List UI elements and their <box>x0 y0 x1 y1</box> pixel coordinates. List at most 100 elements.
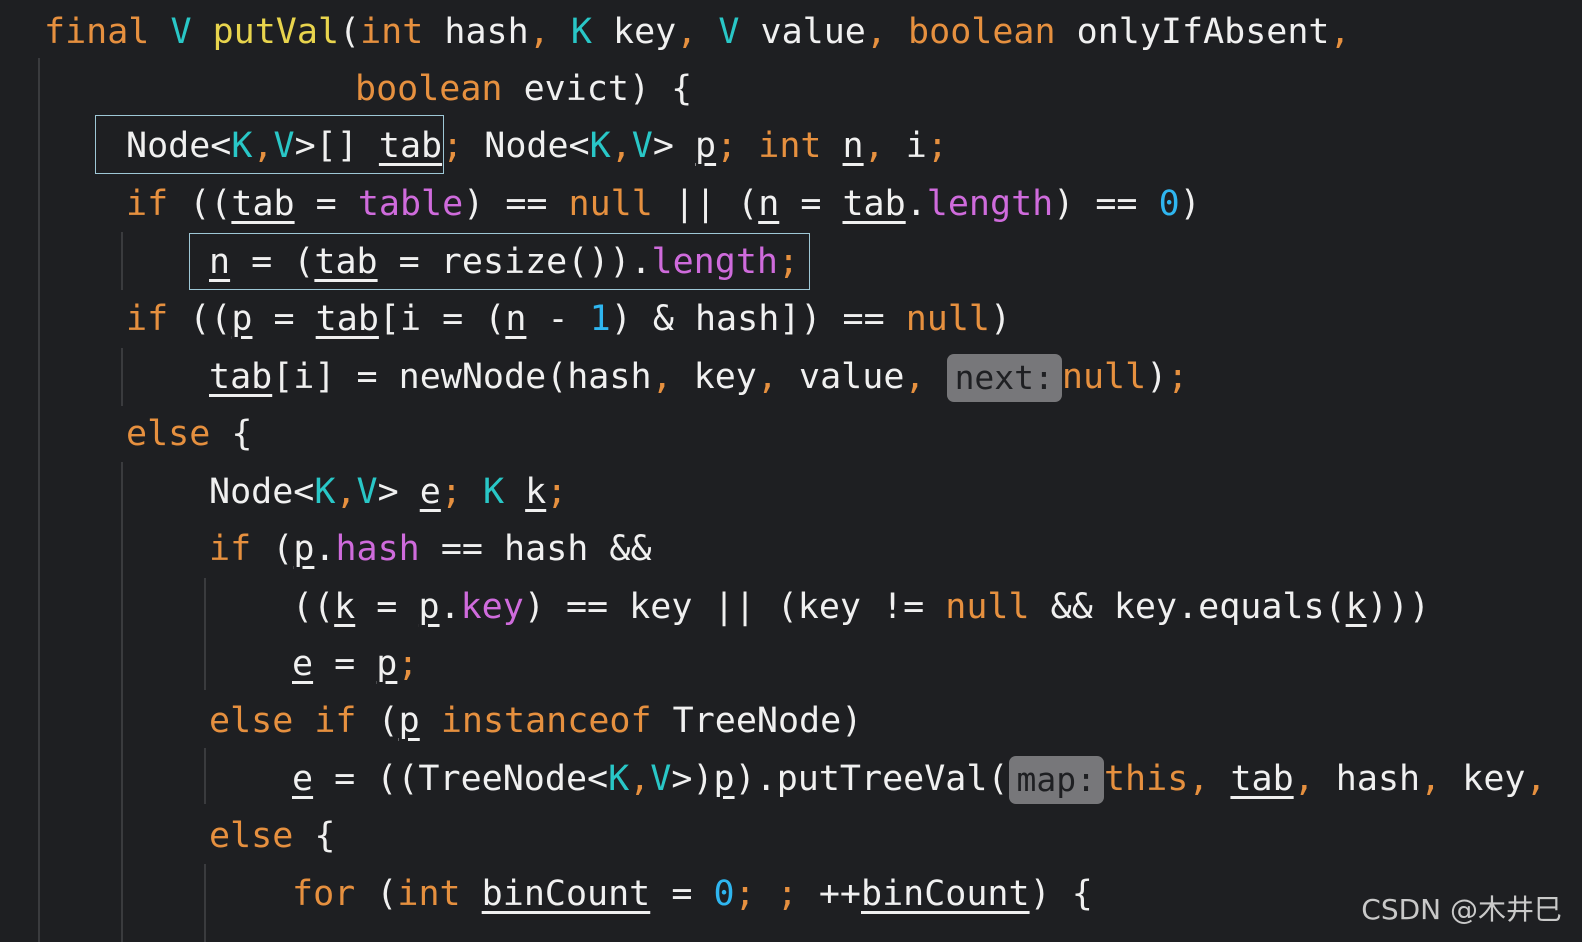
watermark: CSDN @木井巳 <box>1361 893 1562 926</box>
code-line-1[interactable]: final V putVal(int hash, K key, V value,… <box>44 4 1351 60</box>
code-text: ( <box>355 874 398 914</box>
code-text: && key.equals( <box>1029 587 1346 627</box>
variable: tab <box>231 184 295 224</box>
code-text: ) { <box>1029 874 1093 914</box>
code-text: Node< <box>463 126 590 166</box>
comma: , <box>1329 12 1351 52</box>
code-editor[interactable]: final V putVal(int hash, K key, V value,… <box>0 0 1582 942</box>
code-text: = ((TreeNode< <box>313 759 609 799</box>
keyword: else if <box>209 701 357 741</box>
comma: , <box>865 12 887 52</box>
code-text: [i] = newNode(hash <box>272 357 652 397</box>
code-line-10[interactable]: if (p.hash == hash && <box>209 521 652 577</box>
field: hash <box>335 529 420 569</box>
comma: , <box>629 759 651 799</box>
type-param: K <box>608 759 630 799</box>
variable: e <box>292 759 314 799</box>
code-line-7[interactable]: tab[i] = newNode(hash, key, value, next:… <box>209 349 1188 405</box>
semicolon: ; <box>716 126 738 166</box>
variable: tab <box>1230 759 1294 799</box>
type-param: K <box>314 472 336 512</box>
comma: , <box>335 472 357 512</box>
comma: , <box>1420 759 1442 799</box>
keyword: null <box>568 184 653 224</box>
variable: e <box>419 472 441 512</box>
code-line-6[interactable]: if ((p = tab[i = (n - 1) & hash]) == nul… <box>126 291 1011 347</box>
comma: , <box>904 357 926 397</box>
keyword: boolean <box>355 69 503 109</box>
code-text: == hash && <box>419 529 652 569</box>
code-line-13[interactable]: else if (p instanceof TreeNode) <box>209 693 862 749</box>
code-text: || ( <box>652 184 759 224</box>
variable: p <box>231 299 253 339</box>
code-text: ) == <box>463 184 569 224</box>
code-text: = <box>294 184 358 224</box>
code-text: ++ <box>797 874 861 914</box>
indent-guide <box>204 748 206 804</box>
code-text: Node< <box>209 472 315 512</box>
variable: k <box>525 472 547 512</box>
code-line-16[interactable]: for (int binCount = 0; ; ++binCount) { <box>292 866 1093 922</box>
semicolon: ; <box>397 644 419 684</box>
variable: p <box>293 529 315 569</box>
comma: , <box>756 357 778 397</box>
variable: p <box>418 587 440 627</box>
variable: n <box>842 126 864 166</box>
variable: tab <box>209 357 273 397</box>
variable: n <box>758 184 780 224</box>
code-text: ) <box>1146 357 1168 397</box>
code-line-9[interactable]: Node<K,V> e; K k; <box>209 464 567 520</box>
variable: p <box>713 759 735 799</box>
code-text: ) & hash]) == <box>610 299 906 339</box>
comma: , <box>610 126 632 166</box>
code-line-3[interactable]: Node<K,V>[] tab; Node<K,V> p; int n, i; <box>126 118 948 174</box>
code-text: { <box>293 816 336 856</box>
code-line-12[interactable]: e = p; <box>292 636 418 692</box>
variable: p <box>376 644 398 684</box>
param: onlyIfAbsent <box>1055 12 1330 52</box>
code-text: >) <box>671 759 714 799</box>
code-line-2[interactable]: boolean evict) { <box>355 61 692 117</box>
variable: i <box>884 126 927 166</box>
code-text: ) <box>990 299 1012 339</box>
type-param: K <box>482 472 505 512</box>
code-line-8[interactable]: else { <box>126 406 252 462</box>
type-param: V <box>718 12 740 52</box>
number: 0 <box>1158 184 1180 224</box>
variable: n <box>505 299 527 339</box>
indent-guide <box>121 232 123 290</box>
keyword: int <box>397 874 461 914</box>
code-text: [i = ( <box>378 299 506 339</box>
number: 1 <box>589 299 611 339</box>
keyword: if <box>209 529 252 569</box>
code-text: ( <box>251 529 294 569</box>
keyword: else <box>209 816 294 856</box>
code-text: (( <box>168 184 232 224</box>
variable: p <box>398 701 420 741</box>
comma: , <box>863 126 885 166</box>
semicolon: ; <box>440 472 462 512</box>
code-line-11[interactable]: ((k = p.key) == key || (key != null && k… <box>292 579 1430 635</box>
variable: k <box>334 587 356 627</box>
semicolon: ; <box>734 874 756 914</box>
type-param: V <box>650 759 672 799</box>
keyword: int <box>758 126 822 166</box>
code-line-15[interactable]: else { <box>209 808 335 864</box>
code-text: . <box>314 529 336 569</box>
indent-guide <box>204 578 206 690</box>
code-line-14[interactable]: e = ((TreeNode<K,V>)p).putTreeVal(map: th… <box>292 751 1547 807</box>
code-text: hash <box>1314 759 1421 799</box>
code-text: = <box>252 299 316 339</box>
field: table <box>357 184 464 224</box>
param: hash <box>423 12 529 52</box>
parameter-hint: map: <box>1008 756 1104 804</box>
semicolon: ; <box>777 242 800 282</box>
semicolon: ; <box>926 126 948 166</box>
code-line-5[interactable]: n = (tab = resize()).length; <box>209 234 799 290</box>
semicolon: ; <box>776 874 798 914</box>
keyword: null <box>945 587 1030 627</box>
field: length <box>926 184 1054 224</box>
indent-guide <box>121 462 123 942</box>
variable: tab <box>378 126 443 166</box>
code-line-4[interactable]: if ((tab = table) == null || (n = tab.le… <box>126 176 1201 232</box>
